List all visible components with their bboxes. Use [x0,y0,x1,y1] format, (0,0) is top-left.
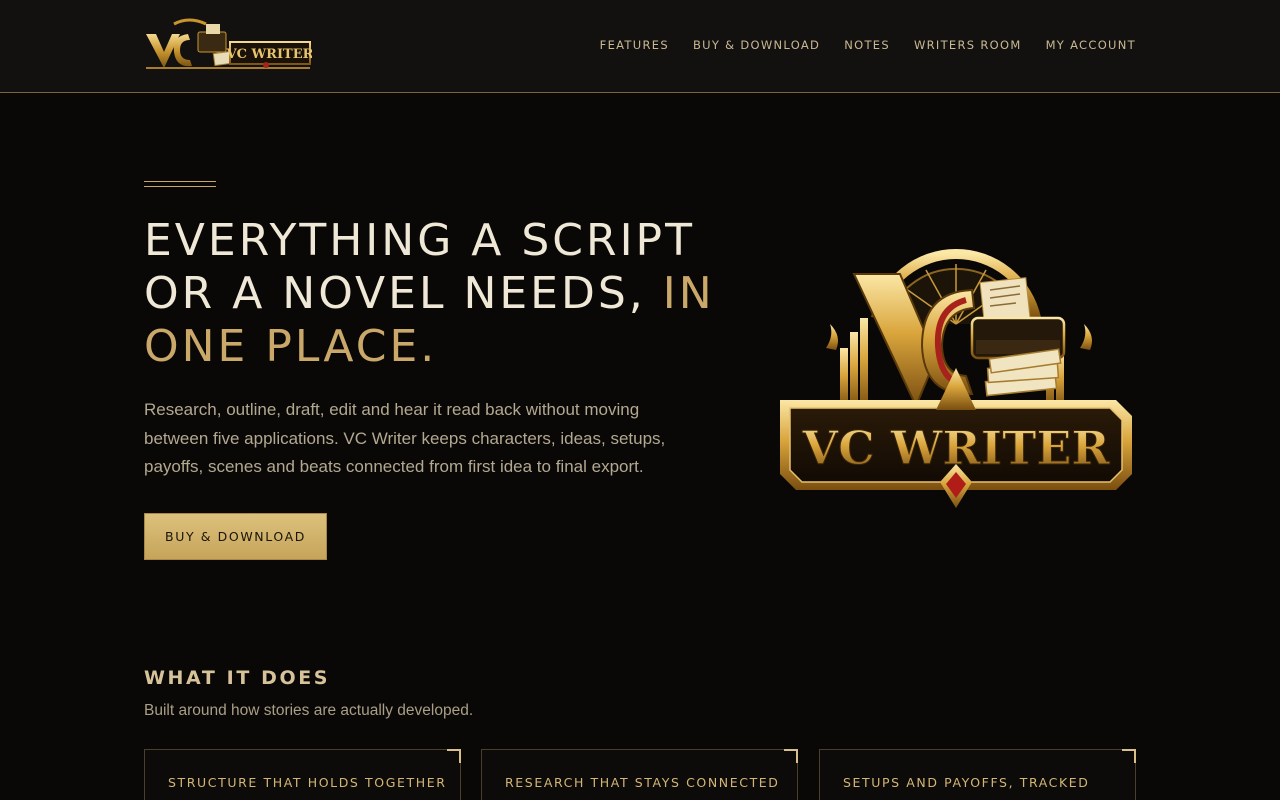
nav-features[interactable]: FEATURES [600,38,669,52]
vc-writer-emblem: VC WRITER [780,249,1132,508]
buy-download-button[interactable]: BUY & DOWNLOAD [144,513,327,560]
hero-title-main: EVERYTHING A SCRIPT OR A NOVEL NEEDS, [144,215,695,319]
feature-card-research[interactable]: RESEARCH THAT STAYS CONNECTED [481,749,798,800]
nav-buy-download[interactable]: BUY & DOWNLOAD [693,38,820,52]
hero-title: EVERYTHING A SCRIPT OR A NOVEL NEEDS, IN… [144,214,734,373]
feature-card-setups[interactable]: SETUPS AND PAYOFFS, TRACKED [819,749,1136,800]
nav-notes[interactable]: NOTES [844,38,890,52]
feature-cards: STRUCTURE THAT HOLDS TOGETHER RESEARCH T… [144,749,1136,800]
vc-writer-logo[interactable]: VC WRITER [144,18,312,73]
feature-card-title: STRUCTURE THAT HOLDS TOGETHER [168,775,447,790]
feature-card-structure[interactable]: STRUCTURE THAT HOLDS TOGETHER [144,749,461,800]
hero-description: Research, outline, draft, edit and hear … [144,400,666,476]
section-title: WHAT IT DOES [144,667,331,689]
logo-wordmark: VC WRITER [226,47,312,62]
feature-card-title: RESEARCH THAT STAYS CONNECTED [505,775,780,790]
nav-writers-room[interactable]: WRITERS ROOM [914,38,1022,52]
site-header: VC WRITER FEATURES BUY & DOWNLOAD NOTES … [0,0,1280,93]
section-subtitle: Built around how stories are actually de… [144,702,474,719]
feature-card-title: SETUPS AND PAYOFFS, TRACKED [843,775,1090,790]
nav-my-account[interactable]: MY ACCOUNT [1046,38,1136,52]
main-nav: FEATURES BUY & DOWNLOAD NOTES WRITERS RO… [600,38,1136,52]
hero-divider [144,181,216,187]
